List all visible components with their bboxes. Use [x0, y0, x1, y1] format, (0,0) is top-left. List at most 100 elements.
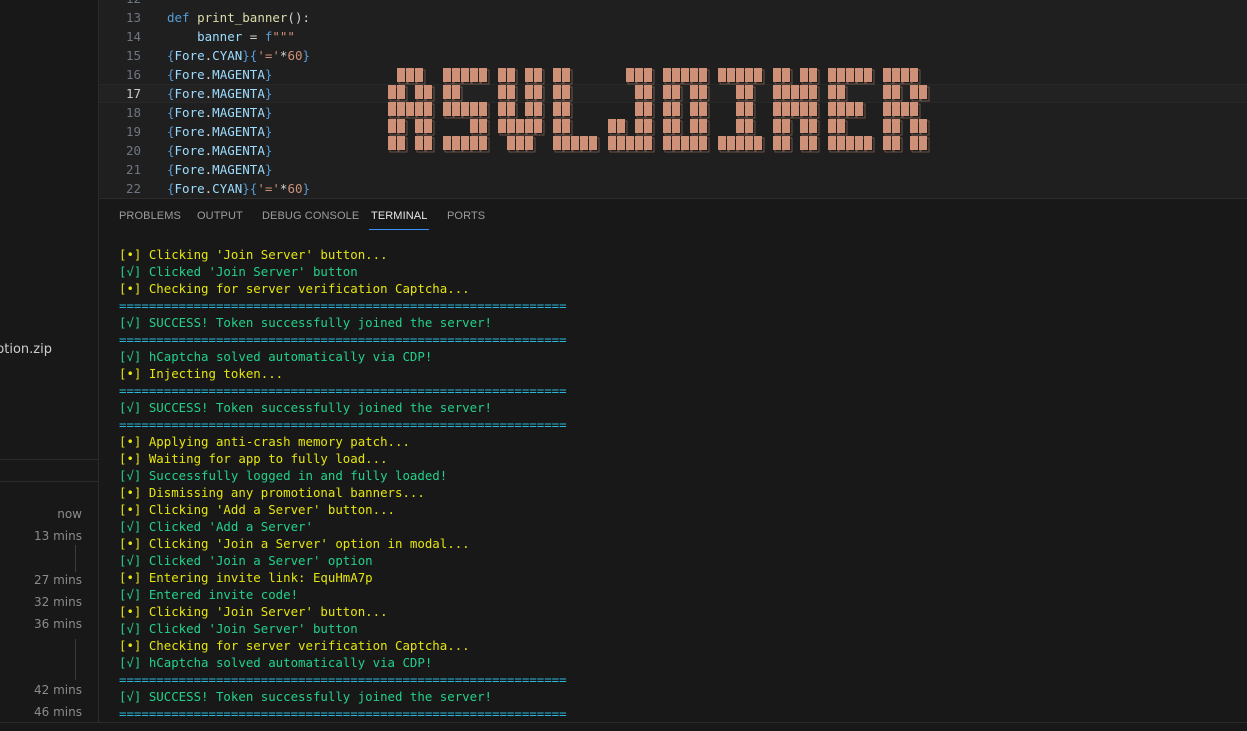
file-name-label: uption.zip: [0, 342, 52, 357]
code-token: {: [167, 162, 175, 177]
explorer-sidebar: uption.zip now 13 mins 27 mins 32 mins 36 mi…: [0, 0, 99, 730]
sidebar-divider: [0, 459, 98, 460]
code-token: MAGENTA: [212, 67, 265, 82]
code-token: '=': [257, 48, 280, 63]
terminal-line: [√] hCaptcha solved automatically via CD…: [119, 655, 433, 670]
line-number: 18: [125, 105, 141, 120]
terminal-line: ========================================…: [119, 332, 567, 347]
code-text: {Fore.MAGENTA}: [167, 85, 272, 102]
terminal-line: [•] Clicking 'Join Server' button...: [119, 247, 388, 262]
timeline-item[interactable]: 36 mins: [34, 617, 82, 631]
code-token: Fore: [174, 162, 205, 177]
code-token: {: [167, 48, 175, 63]
file-item-zip[interactable]: uption.zip: [0, 342, 98, 362]
line-number: 15: [125, 48, 141, 63]
code-editor[interactable]: 1213def print_banner():14 banner = f"""1…: [99, 0, 1247, 198]
terminal-line: [√] hCaptcha solved automatically via CD…: [119, 349, 433, 364]
code-token: {: [167, 105, 175, 120]
code-token: {: [167, 67, 175, 82]
terminal-line: [√] Clicked 'Join a Server' option: [119, 553, 373, 568]
code-token: }: [302, 181, 311, 196]
code-token: MAGENTA: [212, 124, 265, 139]
timeline-item[interactable]: now: [57, 507, 82, 521]
timeline-item[interactable]: 46 mins: [34, 705, 82, 719]
terminal-line: ========================================…: [119, 706, 567, 721]
terminal-line: [•] Checking for server verification Cap…: [119, 638, 470, 653]
code-token: {: [167, 143, 175, 158]
terminal-line: ========================================…: [119, 672, 567, 687]
terminal-line: [•] Applying anti-crash memory patch...: [119, 434, 410, 449]
code-token: 60: [287, 48, 303, 63]
tab-terminal[interactable]: TERMINAL: [368, 210, 430, 230]
panel-tabs: PROBLEMS OUTPUT DEBUG CONSOLE TERMINAL PORTS: [99, 199, 1247, 235]
terminal-line: [√] Clicked 'Add a Server': [119, 519, 313, 534]
code-line[interactable]: 12: [99, 0, 1247, 8]
code-token: Fore: [174, 86, 205, 101]
line-number: 19: [125, 124, 141, 139]
code-text: {Fore.MAGENTA}: [167, 65, 272, 84]
line-number: 20: [125, 143, 141, 158]
terminal-line: [•] Injecting token...: [119, 366, 284, 381]
timeline-item[interactable]: 13 mins: [34, 529, 82, 543]
terminal-line: [•] Clicking 'Join Server' button...: [119, 604, 388, 619]
code-token: Fore: [174, 143, 205, 158]
tab-output[interactable]: OUTPUT: [197, 210, 243, 222]
code-token: }{: [242, 48, 258, 63]
code-token: }: [264, 105, 273, 120]
tab-problems[interactable]: PROBLEMS: [119, 210, 181, 222]
code-token: }: [264, 67, 273, 82]
terminal-line: [√] SUCCESS! Token successfully joined t…: [119, 315, 492, 330]
code-token: {: [167, 124, 175, 139]
timeline-connector: [75, 639, 76, 680]
code-token: banner: [197, 29, 243, 44]
code-text: {Fore.CYAN}{'='*60}: [167, 46, 310, 65]
code-text: banner = f""": [167, 27, 295, 46]
code-text: {Fore.MAGENTA}: [167, 103, 272, 122]
code-line[interactable]: 15 {Fore.CYAN}{'='*60}: [99, 46, 1247, 65]
line-number: 21: [125, 162, 141, 177]
code-token: }: [264, 124, 273, 139]
code-token: MAGENTA: [212, 86, 265, 101]
code-token: CYAN: [212, 48, 243, 63]
terminal-line: [•] Waiting for app to fully load...: [119, 451, 388, 466]
code-token: =: [242, 29, 265, 44]
bottom-panel: PROBLEMS OUTPUT DEBUG CONSOLE TERMINAL PORTS…: [99, 198, 1247, 731]
code-token: }: [264, 162, 273, 177]
code-line[interactable]: 13 def print_banner():: [99, 8, 1247, 27]
terminal-line: [•] Clicking 'Join a Server' option in m…: [119, 536, 470, 551]
code-text: {Fore.MAGENTA}: [167, 122, 272, 141]
code-token: }{: [242, 181, 258, 196]
terminal-line: ========================================…: [119, 298, 567, 313]
terminal-line: [√] Successfully logged in and fully loa…: [119, 468, 448, 483]
code-token: '=': [257, 181, 280, 196]
terminal-line: [√] SUCCESS! Token successfully joined t…: [119, 400, 492, 415]
code-line[interactable]: 14 banner = f""": [99, 27, 1247, 46]
line-number: 13: [125, 10, 141, 25]
timeline-separator: [0, 481, 98, 482]
terminal-line: [•] Clicking 'Add a Server' button...: [119, 502, 396, 517]
code-line[interactable]: 22 {Fore.CYAN}{'='*60}: [99, 179, 1247, 198]
code-text: {Fore.CYAN}{'='*60}: [167, 179, 310, 198]
code-text: {Fore.MAGENTA}: [167, 160, 272, 179]
timeline-item[interactable]: 27 mins: [34, 573, 82, 587]
line-number: 22: [125, 181, 141, 196]
tab-ports[interactable]: PORTS: [447, 210, 485, 222]
code-token: MAGENTA: [212, 105, 265, 120]
terminal-line: [√] Clicked 'Join Server' button: [119, 621, 358, 636]
code-token: """: [272, 29, 295, 44]
code-token: Fore: [174, 105, 205, 120]
line-number: 17: [125, 86, 141, 101]
timeline-item[interactable]: 42 mins: [34, 683, 82, 697]
code-token: {: [167, 181, 175, 196]
tab-debug-console[interactable]: DEBUG CONSOLE: [262, 210, 359, 222]
code-token: MAGENTA: [212, 143, 265, 158]
code-token: ():: [287, 10, 310, 25]
terminal-line: [•] Checking for server verification Cap…: [119, 281, 470, 296]
line-number: 12: [99, 0, 141, 8]
code-token: {: [167, 86, 175, 101]
code-token: print_banner: [197, 10, 288, 25]
code-token: def: [167, 10, 198, 25]
timeline-item[interactable]: 32 mins: [34, 595, 82, 609]
code-token: Fore: [174, 67, 205, 82]
